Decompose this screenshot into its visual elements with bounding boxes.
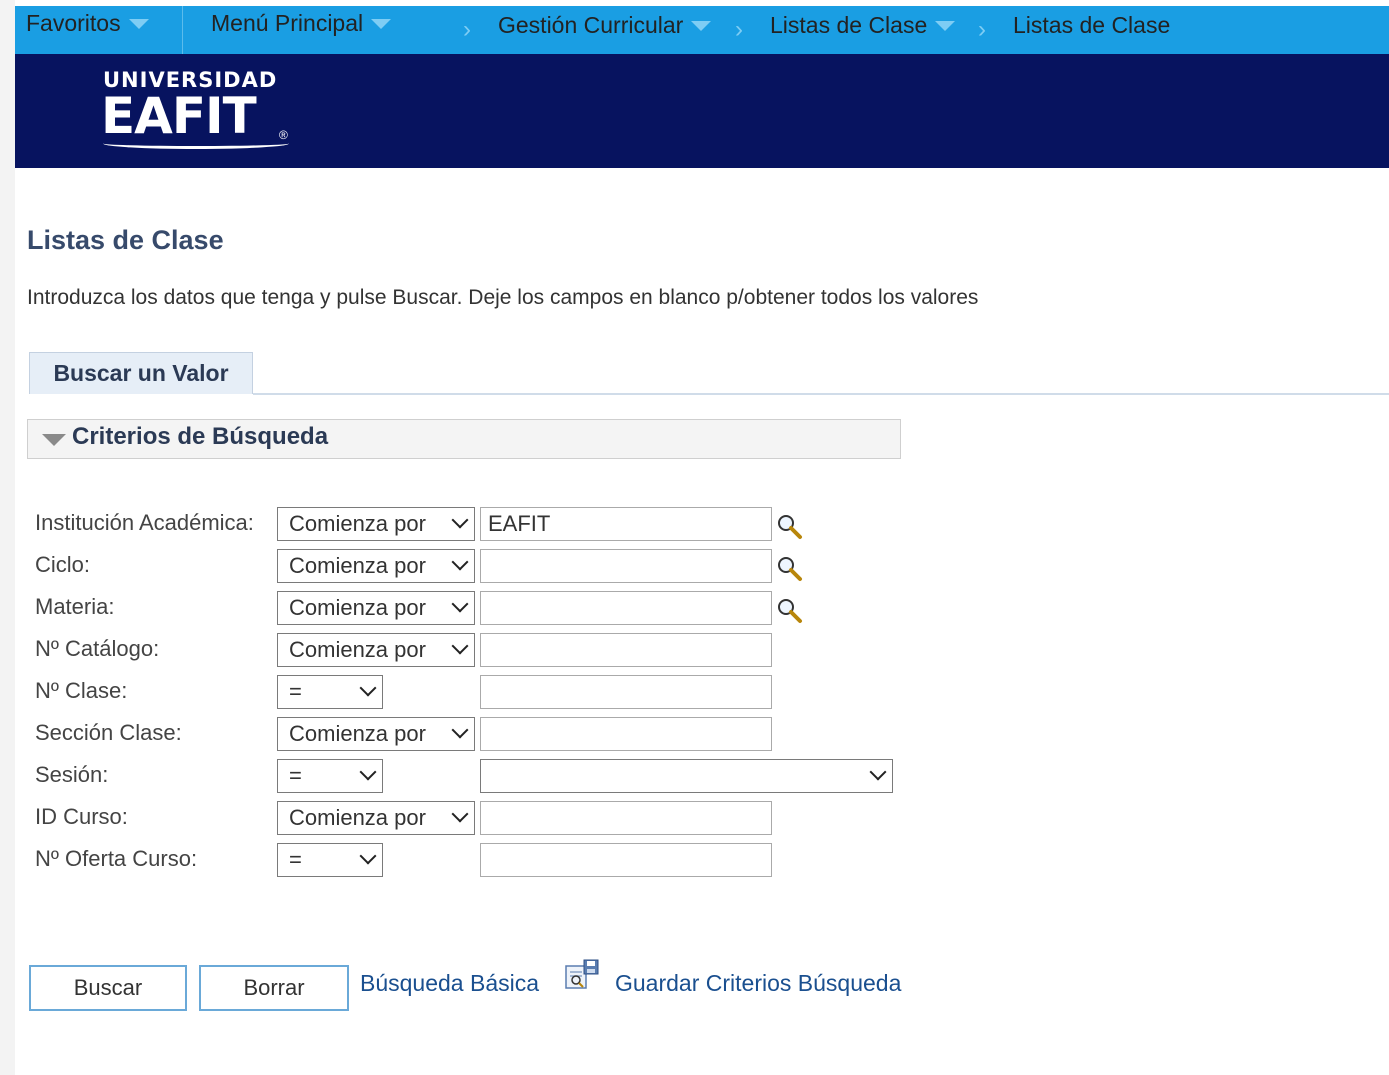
- breadcrumb-listas-de-clase[interactable]: Listas de Clase: [770, 12, 956, 39]
- tab-underline: [253, 393, 1389, 395]
- operator-select[interactable]: =: [277, 675, 383, 709]
- tab-buscar-un-valor[interactable]: Buscar un Valor: [29, 352, 253, 394]
- field-row-institution: Institución Académica: Comienza por EAFI…: [0, 507, 1389, 541]
- ciclo-input[interactable]: [480, 549, 772, 583]
- basic-search-link[interactable]: Búsqueda Básica: [360, 970, 539, 997]
- operator-select[interactable]: =: [277, 843, 383, 877]
- field-row-sesion: Sesión: =: [0, 759, 1389, 793]
- field-label: Sesión:: [35, 762, 109, 787]
- chevron-down-icon: [451, 511, 469, 529]
- breadcrumb-current: Listas de Clase: [1013, 12, 1170, 39]
- favorites-menu[interactable]: Favoritos: [26, 10, 149, 37]
- operator-value: Comienza por: [289, 721, 426, 746]
- save-search-icon[interactable]: [564, 958, 600, 994]
- operator-select[interactable]: Comienza por: [277, 717, 475, 751]
- search-button[interactable]: Buscar: [29, 965, 187, 1011]
- breadcrumb-label: Listas de Clase: [770, 12, 928, 38]
- operator-select[interactable]: Comienza por: [277, 591, 475, 625]
- header-banner: UNIVERSIDAD EAFIT ®: [15, 54, 1389, 168]
- operator-value: =: [289, 847, 302, 872]
- section-title: Criterios de Búsqueda: [72, 423, 329, 450]
- chevron-down-icon: [451, 553, 469, 571]
- chevron-down-icon: [359, 679, 377, 697]
- chevron-down-icon: [869, 763, 887, 781]
- operator-value: Comienza por: [289, 805, 426, 830]
- field-row-materia: Materia: Comienza por: [0, 591, 1389, 625]
- operator-select[interactable]: Comienza por: [277, 801, 475, 835]
- operator-value: Comienza por: [289, 637, 426, 662]
- eafit-logo: UNIVERSIDAD EAFIT ®: [101, 68, 303, 168]
- lookup-search-icon[interactable]: [775, 596, 803, 624]
- seccion-input[interactable]: [480, 717, 772, 751]
- chevron-down-icon: [359, 763, 377, 781]
- id-curso-input[interactable]: [480, 801, 772, 835]
- chevron-down-icon: [451, 721, 469, 739]
- operator-value: =: [289, 763, 302, 788]
- lookup-search-icon[interactable]: [775, 512, 803, 540]
- collapse-triangle-icon: [42, 434, 66, 446]
- field-label: Sección Clase:: [35, 720, 182, 745]
- field-label: Nº Oferta Curso:: [35, 846, 198, 871]
- field-label: Institución Académica:: [35, 510, 254, 535]
- breadcrumb-label: Gestión Curricular: [498, 12, 684, 38]
- chevron-down-icon: [128, 18, 149, 29]
- page-title: Listas de Clase: [27, 225, 224, 255]
- operator-value: =: [289, 679, 302, 704]
- field-label: Materia:: [35, 594, 115, 619]
- materia-input[interactable]: [480, 591, 772, 625]
- chevron-down-icon: [451, 637, 469, 655]
- field-label: Nº Catálogo:: [35, 636, 160, 661]
- main-menu[interactable]: Menú Principal: [211, 10, 392, 37]
- operator-select[interactable]: Comienza por: [277, 549, 475, 583]
- operator-select[interactable]: Comienza por: [277, 507, 475, 541]
- field-row-seccion: Sección Clase: Comienza por: [0, 717, 1389, 751]
- input-value: EAFIT: [488, 511, 551, 536]
- field-label: ID Curso:: [35, 804, 128, 829]
- field-label: Nº Clase:: [35, 678, 128, 703]
- clear-button[interactable]: Borrar: [199, 965, 349, 1011]
- clase-input[interactable]: [480, 675, 772, 709]
- top-navigation-bar: Favoritos Menú Principal › Gestión Curri…: [15, 6, 1389, 54]
- oferta-curso-input[interactable]: [480, 843, 772, 877]
- breadcrumb-separator-icon: ›: [463, 16, 471, 43]
- breadcrumb-separator-icon: ›: [978, 16, 986, 43]
- operator-select[interactable]: Comienza por: [277, 633, 475, 667]
- catalogo-input[interactable]: [480, 633, 772, 667]
- logo-swoosh: [103, 138, 289, 149]
- chevron-down-icon: [359, 847, 377, 865]
- operator-value: Comienza por: [289, 553, 426, 578]
- operator-value: Comienza por: [289, 511, 426, 536]
- logo-line2: EAFIT: [101, 87, 257, 145]
- operator-select[interactable]: =: [277, 759, 383, 793]
- chevron-down-icon: [371, 18, 392, 29]
- save-criteria-link[interactable]: Guardar Criterios Búsqueda: [615, 970, 901, 997]
- lookup-search-icon[interactable]: [775, 554, 803, 582]
- breadcrumb-gestion-curricular[interactable]: Gestión Curricular: [498, 12, 712, 39]
- field-row-id-curso: ID Curso: Comienza por: [0, 801, 1389, 835]
- institution-input[interactable]: EAFIT: [480, 507, 772, 541]
- chevron-down-icon: [451, 595, 469, 613]
- field-row-catalogo: Nº Catálogo: Comienza por: [0, 633, 1389, 667]
- breadcrumb-label: Listas de Clase: [1013, 12, 1171, 38]
- chevron-down-icon: [451, 805, 469, 823]
- sesion-select[interactable]: [480, 759, 893, 793]
- chevron-down-icon: [935, 20, 956, 31]
- nav-divider: [182, 6, 183, 54]
- field-row-ciclo: Ciclo: Comienza por: [0, 549, 1389, 583]
- search-criteria-header[interactable]: Criterios de Búsqueda: [27, 419, 901, 459]
- favorites-label: Favoritos: [26, 10, 121, 36]
- field-row-clase: Nº Clase: =: [0, 675, 1389, 709]
- field-row-oferta-curso: Nº Oferta Curso: =: [0, 843, 1389, 877]
- main-menu-label: Menú Principal: [211, 10, 364, 36]
- breadcrumb-separator-icon: ›: [735, 16, 743, 43]
- operator-value: Comienza por: [289, 595, 426, 620]
- chevron-down-icon: [691, 20, 712, 31]
- field-label: Ciclo:: [35, 552, 91, 577]
- instructions-text: Introduzca los datos que tenga y pulse B…: [27, 286, 979, 309]
